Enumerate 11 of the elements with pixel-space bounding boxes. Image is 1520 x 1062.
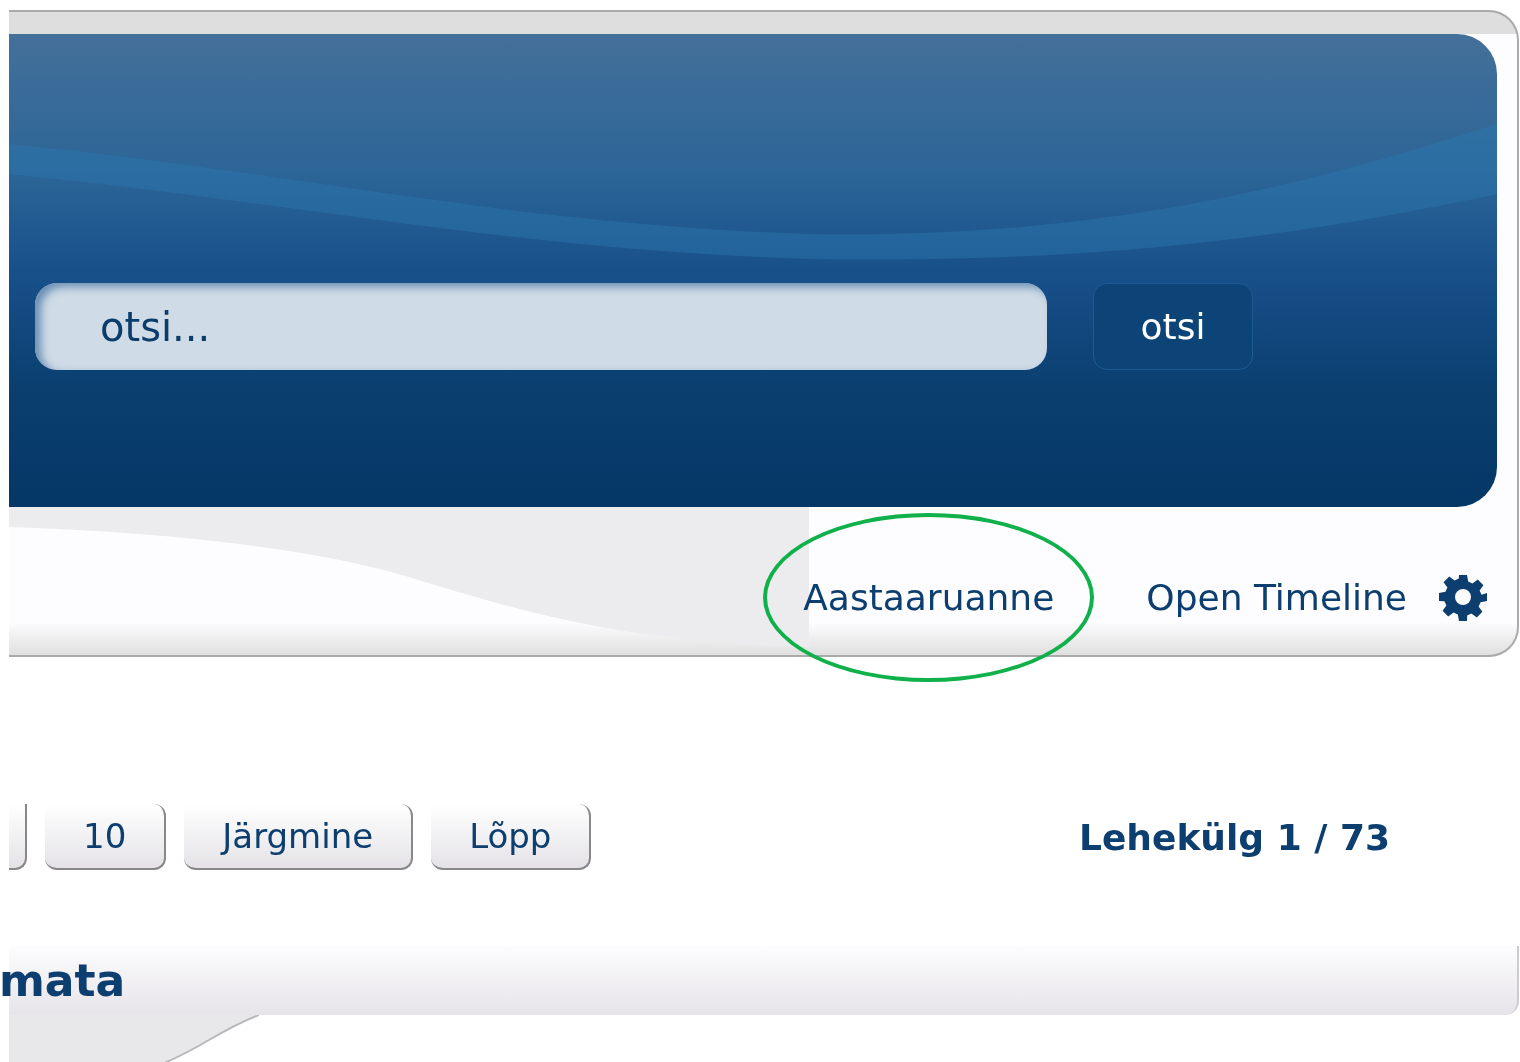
pager-button[interactable]: Järgmine bbox=[184, 804, 414, 870]
page-indicator: Lehekülg 1 / 73 bbox=[1079, 816, 1391, 858]
pager-button[interactable]: Lõpp bbox=[431, 804, 592, 870]
settings-icon[interactable] bbox=[1439, 573, 1487, 621]
pager-button[interactable]: 10 bbox=[45, 804, 167, 870]
search-button[interactable]: otsi bbox=[1093, 283, 1253, 370]
section-title: mata bbox=[0, 955, 126, 1006]
nav-link[interactable]: Open Timeline bbox=[1146, 576, 1407, 618]
nav-link[interactable]: Aastaaruanne bbox=[763, 512, 1095, 682]
pager-button[interactable] bbox=[9, 804, 27, 870]
search-field[interactable]: otsi... bbox=[35, 283, 1047, 370]
